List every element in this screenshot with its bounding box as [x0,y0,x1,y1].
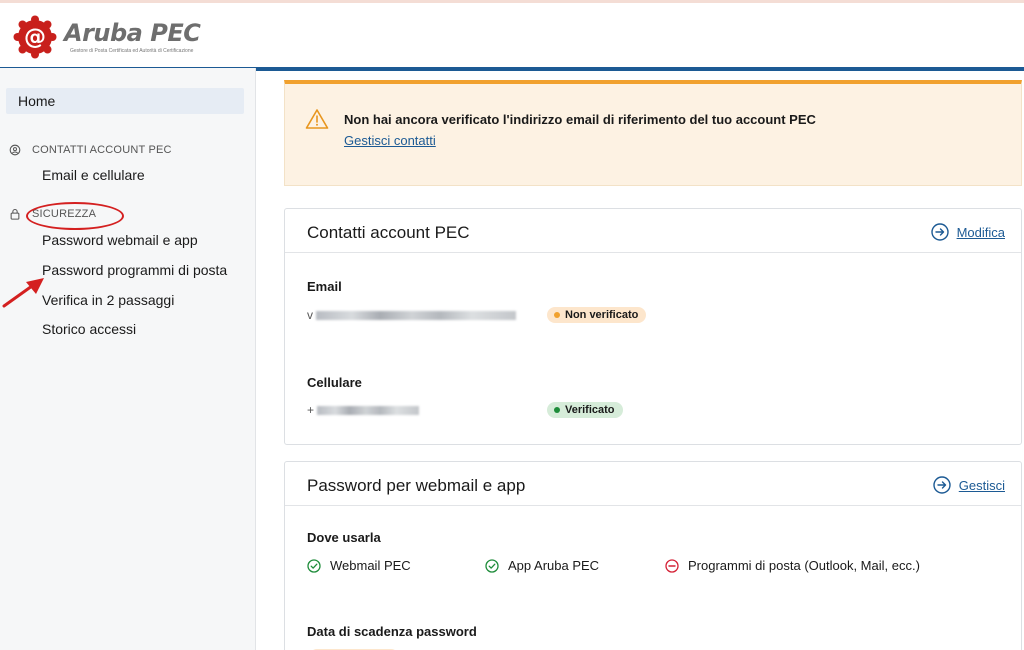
password-webmail-card: Password per webmail e app Gestisci Dove… [284,461,1022,650]
modifica-link[interactable]: Modifica [930,223,1005,241]
email-label: Email [307,279,342,294]
arrow-circle-right-icon [933,476,951,494]
aruba-at-seal-icon: @ [13,15,57,59]
top-header: @ Aruba PEC Gestore di Posta Certificata… [0,0,1024,71]
user-circle-icon [9,144,21,156]
status-text: Non verificato [565,309,639,321]
status-badge-verificato: Verificato [547,402,623,418]
action-label: Modifica [956,224,1005,240]
section-sicurezza: SICUREZZA [8,208,96,220]
usage-label: App Aruba PEC [508,558,600,573]
check-circle-icon [485,558,499,573]
sidebar-item-email-cellulare[interactable]: Email e cellulare [42,167,145,183]
arrow-circle-right-icon [930,223,949,241]
usage-label: Programmi di posta (Outlook, Mail, ecc.) [688,558,920,573]
cellulare-label: Cellulare [307,375,362,390]
status-dot [554,312,560,318]
verification-alert: Non hai ancora verificato l'indirizzo em… [284,80,1022,186]
alert-message: Non hai ancora verificato l'indirizzo em… [344,112,816,127]
contacts-card: Contatti account PEC Modifica Email v No… [284,208,1022,445]
gestisci-contatti-link[interactable]: Gestisci contatti [344,133,436,148]
sidebar-item-storico-accessi[interactable]: Storico accessi [42,321,136,337]
minus-circle-icon [665,558,679,573]
status-text: Verificato [565,404,615,416]
warning-icon [305,109,329,129]
logo-wordmark: Aruba PEC [64,19,201,47]
main-content: Non hai ancora verificato l'indirizzo em… [284,68,1024,650]
aruba-pec-logo[interactable]: @ Aruba PEC Gestore di Posta Certificata… [12,15,212,59]
phone-value-prefix: + [307,403,315,417]
action-label: Gestisci [958,477,1005,493]
email-value-redacted: v [307,308,516,322]
usage-programmi-di-posta: Programmi di posta (Outlook, Mail, ecc.) [665,558,920,573]
sidebar-item-verifica-2-passaggi[interactable]: Verifica in 2 passaggi [42,292,174,308]
usage-webmail-pec: Webmail PEC [307,558,411,573]
usage-label: Webmail PEC [330,558,411,573]
section-label: SICUREZZA [32,208,97,221]
svg-text:@: @ [24,25,46,50]
sidebar-item-password-programmi-posta[interactable]: Password programmi di posta [42,262,227,278]
email-value-prefix: v [307,308,313,322]
card-title: Contatti account PEC [307,223,470,242]
status-badge-non-verificato: Non verificato [547,307,647,323]
usage-app-aruba-pec: App Aruba PEC [485,558,599,573]
sidebar: Home CONTATTI ACCOUNT PEC Email e cellul… [0,68,256,650]
redaction-blur [316,310,516,320]
sidebar-item-password-webmail-app[interactable]: Password webmail e app [42,232,198,248]
lock-icon [10,209,20,220]
section-contatti-account-pec: CONTATTI ACCOUNT PEC [8,144,172,156]
logo-tagline: Gestore di Posta Certificata ed Autorità… [70,48,194,54]
card-title: Password per webmail e app [307,476,526,495]
card-header: Password per webmail e app Gestisci [285,462,1021,506]
status-dot [554,407,560,413]
phone-value-redacted: + [307,403,420,417]
gestisci-link[interactable]: Gestisci [933,476,1005,494]
redaction-blur [317,405,420,415]
sidebar-item-home[interactable]: Home [6,88,244,114]
section-label: CONTATTI ACCOUNT PEC [32,144,172,157]
data-scadenza-password-label: Data di scadenza password [307,624,477,639]
card-header: Contatti account PEC Modifica [285,209,1021,253]
check-circle-icon [307,558,321,573]
dove-usarla-label: Dove usarla [307,530,381,545]
